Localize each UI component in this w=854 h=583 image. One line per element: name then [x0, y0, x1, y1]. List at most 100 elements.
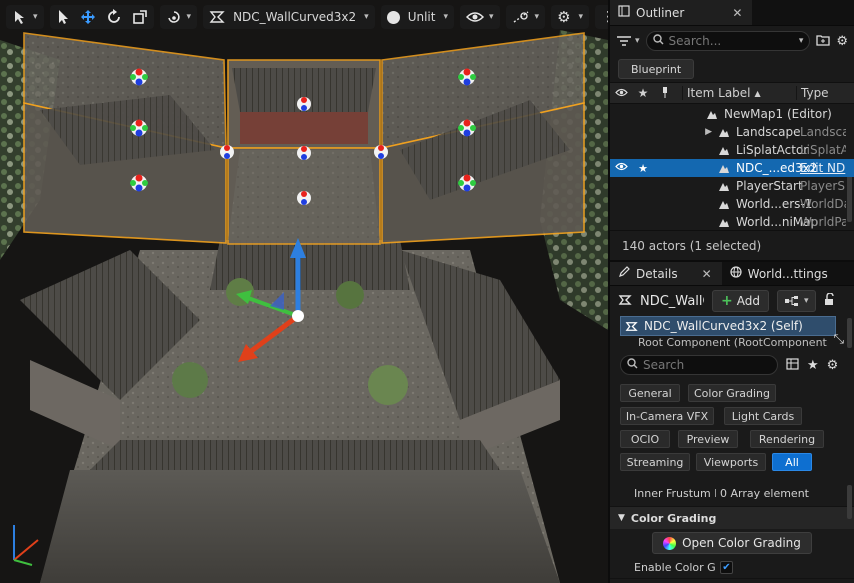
outliner-row[interactable]: ▶ Landscape Landsca — [610, 123, 854, 141]
details-search-placeholder: Search — [643, 358, 685, 372]
tab-outliner[interactable]: Outliner ✕ — [610, 0, 753, 25]
eye-icon: ▾ — [466, 5, 494, 29]
tab-outliner-label: Outliner — [636, 5, 685, 20]
filter-in-camera-vfx[interactable]: In-Camera VFX — [620, 407, 714, 425]
pin-column-icon[interactable] — [654, 86, 676, 101]
tree-indent[interactable]: ▶ — [654, 127, 716, 137]
outliner-row-label: Landscape — [736, 125, 801, 139]
view-mode-label: Unlit — [407, 10, 436, 24]
details-tabbar: Details ✕ World...ttings — [610, 260, 854, 286]
settings-icon: ⚙ — [557, 8, 571, 26]
details-scrollbar[interactable] — [847, 485, 852, 519]
open-color-grading-button[interactable]: Open Color Grading — [652, 532, 812, 554]
level-viewport[interactable]: ▾ ▾ NDC_WallCurved3x2 ▾ Unlit ▾ ▾ ▾ ⚙ ▾ — [0, 0, 608, 583]
details-actor-header: NDC_WallC + Add ▾ — [610, 286, 854, 316]
lock-icon[interactable] — [824, 292, 836, 309]
filter-light-cards[interactable]: Light Cards — [724, 407, 802, 425]
scene-render[interactable] — [0, 0, 608, 583]
table-view-icon[interactable] — [786, 357, 799, 373]
category-filters: General Color Grading In-Camera VFX Ligh… — [610, 380, 854, 471]
translate-icon[interactable] — [80, 5, 96, 29]
outliner-row[interactable]: PlayerStart PlayerS — [610, 177, 854, 195]
chevron-down-icon[interactable]: ▾ — [799, 36, 804, 46]
outliner-row[interactable]: World...niMap WorldPa — [610, 213, 854, 231]
add-component-button[interactable]: + Add — [712, 290, 769, 312]
outliner-column-header: ★ Item Label ▲ Type — [610, 82, 854, 104]
filter-general[interactable]: General — [620, 384, 680, 402]
snap-dropdown[interactable]: ▾ — [505, 5, 546, 29]
filter-icon[interactable]: ▾ — [616, 35, 640, 47]
outliner-row-type: Landsca — [800, 125, 846, 139]
filter-all[interactable]: All — [772, 453, 812, 471]
self-component-row[interactable]: NDC_WallCurved3x2 (Self) — [620, 316, 836, 336]
enable-color-grading-checkbox[interactable]: ✔ — [720, 561, 733, 574]
transform-tools-group — [49, 5, 154, 29]
outliner-row[interactable]: ★ NDC_...ed3x2 Edit ND — [610, 159, 854, 177]
scale-icon[interactable] — [132, 5, 148, 29]
filter-color-grading[interactable]: Color Grading — [688, 384, 776, 402]
gear-icon[interactable]: ⚙ — [827, 358, 839, 373]
outliner-row[interactable]: LiSplatActor LiSplatA — [610, 141, 854, 159]
mode-select-group[interactable]: ▾ — [6, 5, 44, 29]
filter-rendering[interactable]: Rendering — [750, 430, 824, 448]
world-data-layers-icon — [716, 199, 732, 210]
outliner-search-input[interactable]: Search... ▾ — [645, 31, 811, 51]
settings-dropdown[interactable]: ⚙ ▾ — [551, 5, 590, 29]
unlit-sphere-icon — [386, 10, 400, 24]
show-flags-dropdown[interactable]: ▾ — [460, 5, 500, 29]
favorite-star-icon[interactable]: ★ — [807, 358, 819, 373]
color-grading-section-label: Color Grading — [630, 511, 717, 525]
ndc-wall-panels[interactable] — [23, 32, 585, 245]
more-icon[interactable]: ⋮ — [601, 5, 608, 29]
outliner-row-label: PlayerStart — [736, 179, 803, 193]
add-button-label: Add — [736, 294, 760, 308]
add-folder-icon[interactable] — [816, 34, 830, 49]
map-icon — [704, 109, 720, 120]
item-label-column[interactable]: Item Label ▲ — [682, 86, 796, 100]
rotate-icon[interactable] — [106, 5, 122, 29]
details-pencil-icon — [618, 266, 630, 281]
open-color-grading-label: Open Color Grading — [682, 536, 801, 550]
tab-details[interactable]: Details ✕ — [610, 262, 722, 285]
root-component-row[interactable]: Root Component (RootComponent — [638, 336, 838, 350]
view-mode-dropdown[interactable]: Unlit ▾ — [380, 5, 454, 29]
visibility-column-eye-icon[interactable] — [610, 86, 632, 100]
resize-arrow-icon[interactable]: ⤡ — [834, 332, 844, 347]
close-icon[interactable]: ✕ — [702, 267, 712, 281]
outliner-row[interactable]: World...ers-1 WorldDa — [610, 195, 854, 213]
color-grading-section-header[interactable]: ▼ Color Grading — [610, 507, 854, 529]
outliner-row-type: WorldDa — [800, 197, 846, 211]
outliner-tree: NewMap1 (Editor) ▶ Landscape Landsca LiSplat… — [610, 104, 854, 230]
viewport-toolbar: ▾ ▾ NDC_WallCurved3x2 ▾ Unlit ▾ ▾ ▾ ⚙ ▾ — [0, 0, 608, 34]
select-arrow-icon[interactable] — [56, 5, 70, 29]
chevron-down-icon: ▼ — [618, 513, 625, 523]
favorite-column-star-icon[interactable]: ★ — [632, 86, 654, 100]
close-icon[interactable]: ✕ — [732, 6, 742, 20]
favorite-star-icon[interactable]: ★ — [632, 162, 654, 175]
select-mode-icon[interactable]: ▾ — [12, 5, 38, 29]
gear-icon[interactable]: ⚙ — [836, 34, 848, 49]
actor-icon — [716, 145, 732, 156]
type-column-header[interactable]: Type — [796, 86, 829, 100]
component-scrollbar[interactable] — [847, 318, 852, 348]
filter-ocio[interactable]: OCIO — [620, 430, 670, 448]
outliner-icon — [618, 5, 630, 20]
inner-frustum-value: 0 Array element — [720, 487, 809, 500]
camera-dropdown[interactable]: NDC_WallCurved3x2 ▾ — [203, 5, 375, 29]
tab-world-settings[interactable]: World...ttings — [722, 262, 838, 285]
inner-frustum-label: Inner Frustum P... — [634, 487, 716, 500]
ndc-actor-icon — [716, 163, 732, 174]
outliner-row-type[interactable]: Edit ND — [800, 161, 846, 175]
details-search-input[interactable]: Search — [620, 355, 778, 375]
visibility-eye-icon[interactable] — [610, 162, 632, 174]
transform-space-group[interactable]: ▾ — [159, 5, 198, 29]
blueprint-options-button[interactable]: ▾ — [776, 290, 816, 312]
filter-viewports[interactable]: Viewports — [696, 453, 766, 471]
transform-space-icon[interactable]: ▾ — [166, 5, 191, 29]
outliner-row[interactable]: NewMap1 (Editor) — [610, 105, 854, 123]
inner-frustum-row: Inner Frustum P... 0 Array element — [610, 481, 854, 507]
blueprint-filter-button[interactable]: Blueprint — [618, 59, 695, 79]
outliner-tabbar: Outliner ✕ — [610, 0, 854, 26]
filter-preview[interactable]: Preview — [678, 430, 738, 448]
filter-streaming[interactable]: Streaming — [620, 453, 690, 471]
